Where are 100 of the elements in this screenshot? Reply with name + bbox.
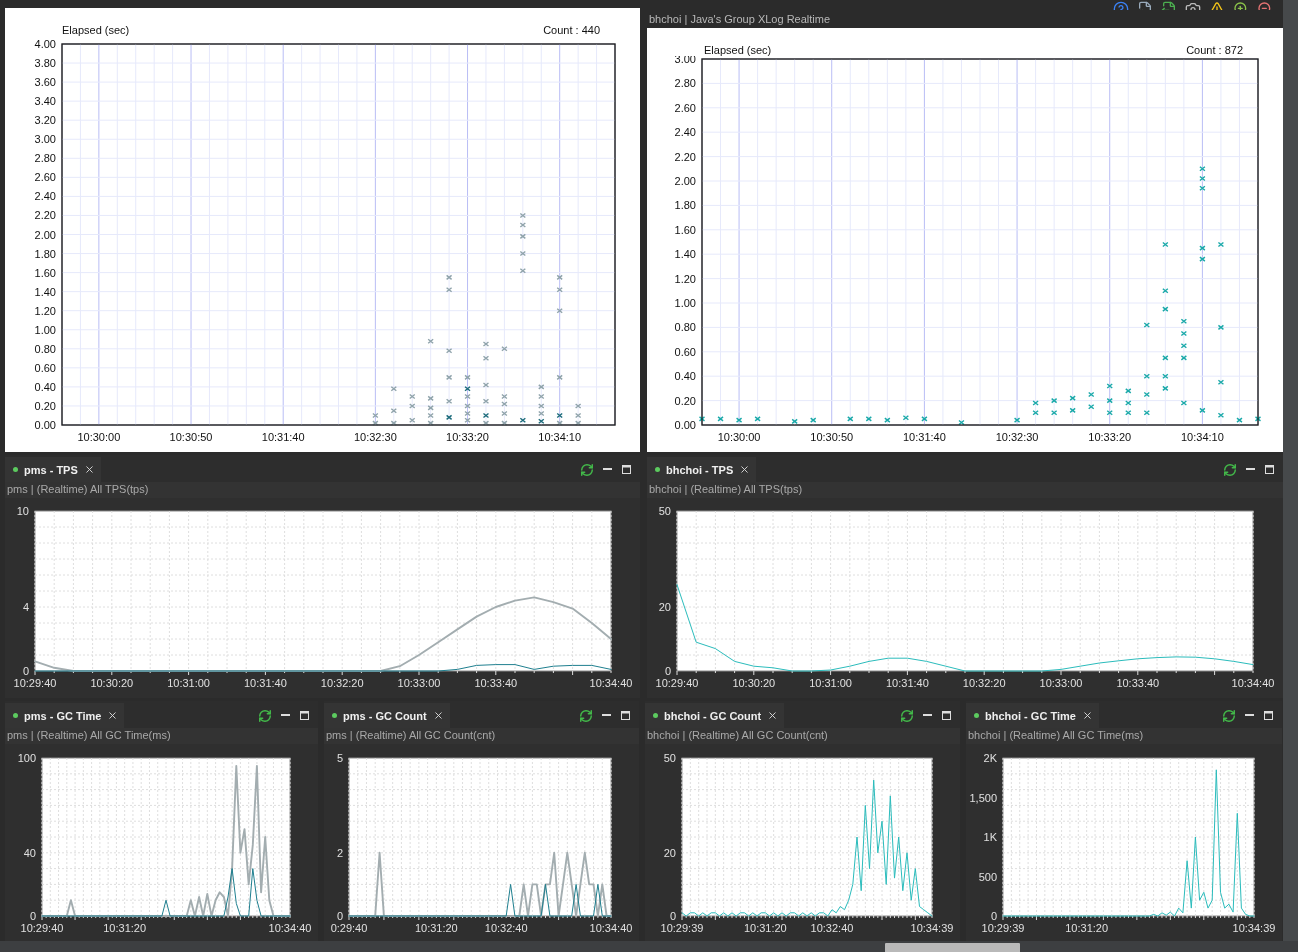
count-label: Count : 440 bbox=[543, 24, 600, 36]
panel-subtitle: bhchoi | (Realtime) All TPS(tps) bbox=[647, 482, 1283, 498]
axis-label: 4 bbox=[22, 601, 29, 613]
panel-subtitle: pms | (Realtime) All TPS(tps) bbox=[5, 482, 640, 498]
chart-title: Elapsed (sec) bbox=[62, 24, 130, 36]
axis-label: 5 bbox=[336, 752, 343, 764]
axis-label: 10:34:40 bbox=[589, 677, 633, 689]
panel-subtitle: bhchoi | (Realtime) All GC Count(cnt) bbox=[645, 728, 960, 744]
axis-label: 40 bbox=[23, 846, 36, 859]
axis-label: 0.60 bbox=[674, 345, 696, 358]
axis-label: 10:30:00 bbox=[717, 431, 761, 443]
axis-label: 10:29:40 bbox=[655, 677, 699, 689]
axis-label: 0.00 bbox=[674, 419, 696, 431]
axis-label: 10:34:40 bbox=[1231, 677, 1275, 689]
axis-label: 0.00 bbox=[34, 419, 56, 431]
axis-label: 3.60 bbox=[34, 76, 56, 89]
axis-label: 20 bbox=[658, 601, 671, 613]
axis-label: 0 bbox=[29, 910, 36, 922]
chart-title: Elapsed (sec) bbox=[704, 44, 772, 56]
axis-label: 2.00 bbox=[34, 228, 56, 241]
axis-label: 0.60 bbox=[34, 361, 56, 374]
axis-label: 3.80 bbox=[34, 57, 56, 70]
axis-label: 3.00 bbox=[34, 133, 56, 146]
tab-title: pms - GC Time bbox=[24, 709, 102, 722]
axis-label: 1.80 bbox=[674, 199, 696, 212]
axis-label: 0 bbox=[22, 665, 29, 677]
axis-label: 10:33:20 bbox=[1088, 431, 1132, 443]
axis-label: 0.40 bbox=[34, 380, 56, 393]
axis-label: 2K bbox=[983, 752, 997, 764]
axis-label: 10:31:00 bbox=[809, 677, 852, 689]
axis-label: 10:31:40 bbox=[261, 431, 305, 443]
axis-label: 2.20 bbox=[34, 209, 56, 222]
tab-title: bhchoi - TPS bbox=[666, 463, 734, 476]
axis-label: 10:29:39 bbox=[981, 922, 1025, 934]
axis-label: 10 bbox=[16, 505, 29, 517]
axis-label: 10:32:40 bbox=[484, 922, 528, 934]
axis-label: 0.80 bbox=[34, 342, 56, 355]
axis-label: 0 bbox=[990, 910, 997, 922]
tab-title: pms - GC Count bbox=[343, 709, 427, 722]
axis-label: 10:33:40 bbox=[1116, 677, 1160, 689]
axis-label: 10:30:20 bbox=[732, 677, 776, 689]
axis-label: 20 bbox=[663, 846, 676, 859]
panel-subtitle: pms | (Realtime) All GC Time(ms) bbox=[5, 728, 318, 744]
axis-label: 10:32:30 bbox=[353, 431, 397, 443]
axis-label: 0 bbox=[664, 665, 671, 677]
axis-label: 10:32:20 bbox=[962, 677, 1006, 689]
tab-title: bhchoi - GC Time bbox=[985, 709, 1076, 722]
axis-label: 0.40 bbox=[674, 370, 696, 383]
axis-label: 0.80 bbox=[674, 321, 696, 334]
panel-subtitle: bhchoi | (Realtime) All GC Time(ms) bbox=[966, 728, 1282, 744]
panel-title: bhchoi | Java's Group XLog Realtime bbox=[648, 12, 832, 27]
tab-title: pms - TPS bbox=[24, 463, 78, 476]
tab-title: bhchoi - GC Count bbox=[664, 709, 762, 722]
axis-label: 2.80 bbox=[34, 152, 56, 165]
axis-label: 10:33:00 bbox=[1039, 677, 1083, 689]
axis-label: 10:33:20 bbox=[446, 431, 489, 443]
panel-subtitle: pms | (Realtime) All GC Count(cnt) bbox=[324, 728, 639, 744]
axis-label: 3.40 bbox=[34, 95, 56, 108]
axis-label: 10:34:39 bbox=[1232, 922, 1276, 934]
axis-label: 2 bbox=[336, 846, 343, 859]
axis-label: 2.00 bbox=[674, 175, 696, 187]
axis-label: 10:34:40 bbox=[268, 922, 312, 934]
axis-label: 0.20 bbox=[34, 399, 56, 412]
axis-label: 3.00 bbox=[674, 56, 696, 65]
axis-label: 10:32:20 bbox=[320, 677, 364, 689]
axis-label: 10:34:10 bbox=[1181, 431, 1224, 443]
axis-label: 1.80 bbox=[34, 247, 56, 260]
axis-label: 10:34:39 bbox=[910, 922, 954, 934]
axis-label: 1.20 bbox=[34, 304, 56, 317]
axis-label: 2.60 bbox=[674, 101, 696, 114]
axis-label: 100 bbox=[17, 752, 36, 764]
axis-label: 10:31:40 bbox=[886, 677, 929, 689]
axis-label: 0.20 bbox=[674, 394, 696, 407]
axis-label: 1.60 bbox=[34, 266, 56, 279]
axis-label: 10:34:10 bbox=[538, 431, 582, 443]
axis-label: 1.00 bbox=[674, 297, 696, 309]
axis-label: 2.60 bbox=[34, 171, 56, 184]
axis-label: 10:30:50 bbox=[169, 431, 213, 443]
axis-label: 10:32:40 bbox=[810, 922, 854, 934]
axis-label: 3.20 bbox=[34, 114, 56, 127]
axis-label: 2.20 bbox=[674, 150, 696, 163]
axis-label: 10:29:39 bbox=[660, 922, 704, 934]
axis-label: 2.40 bbox=[34, 190, 56, 203]
axis-label: 2.80 bbox=[674, 77, 696, 90]
axis-label: 2.40 bbox=[674, 126, 696, 139]
axis-label: 10:31:00 bbox=[167, 677, 210, 689]
axis-label: 10:29:40 bbox=[13, 677, 57, 689]
axis-label: 1.40 bbox=[34, 285, 56, 298]
axis-label: 0 bbox=[336, 910, 343, 922]
axis-label: 10:31:40 bbox=[244, 677, 287, 689]
axis-label: 10:29:40 bbox=[20, 922, 64, 934]
axis-label: 1.40 bbox=[674, 248, 696, 261]
axis-label: 0:29:40 bbox=[330, 922, 368, 934]
axis-label: 50 bbox=[663, 752, 676, 764]
axis-label: 10:31:20 bbox=[1065, 922, 1109, 934]
axis-label: 10:31:20 bbox=[743, 922, 787, 934]
axis-label: 1,500 bbox=[969, 791, 997, 804]
axis-label: 500 bbox=[978, 870, 997, 883]
axis-label: 1.60 bbox=[674, 223, 696, 236]
axis-label: 1.20 bbox=[674, 272, 696, 285]
